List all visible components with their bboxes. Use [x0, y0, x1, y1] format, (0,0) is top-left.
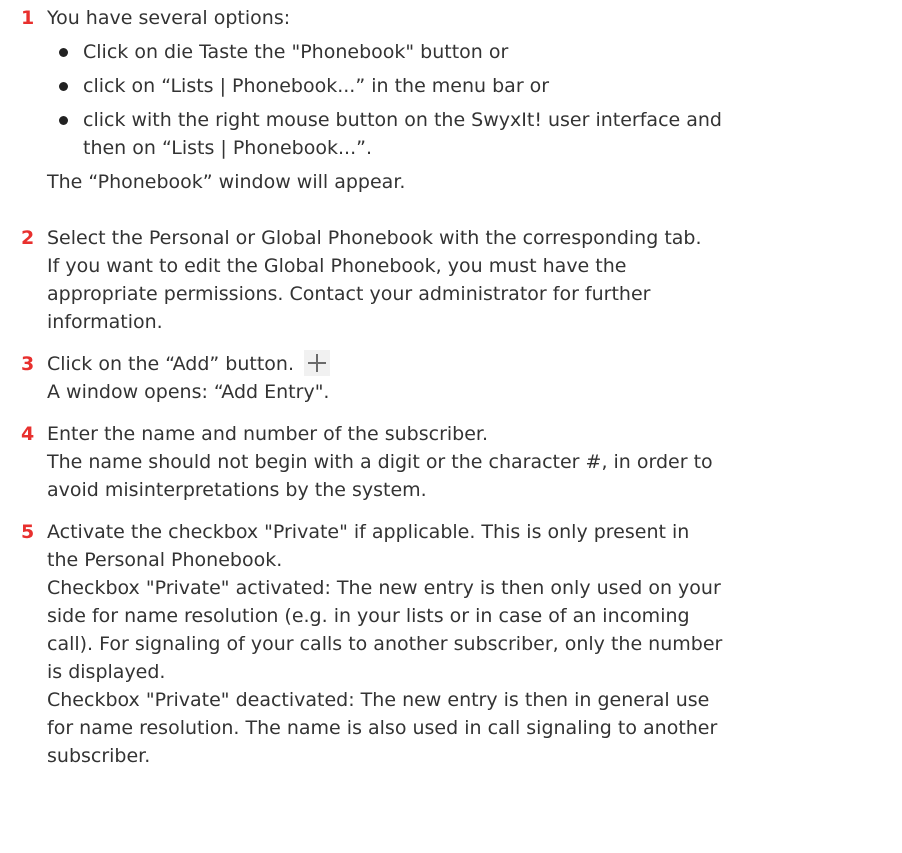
bullet-icon	[59, 48, 68, 57]
step-text: appropriate permissions. Contact your ad…	[47, 283, 651, 305]
step-text: A window opens: “Add Entry".	[47, 381, 330, 403]
step-text: The “Phonebook” window will appear.	[47, 171, 406, 193]
list-item: click with the right mouse button on the…	[47, 106, 902, 162]
list-item: click on “Lists | Phonebook...” in the m…	[47, 72, 902, 100]
step-text: is displayed.	[47, 661, 166, 683]
step-text: avoid misinterpretations by the system.	[47, 479, 427, 501]
step-text: Checkbox "Private" deactivated: The new …	[47, 689, 710, 711]
list-item-text: click on “Lists | Phonebook...” in the m…	[83, 75, 550, 97]
step-number: 2	[21, 227, 35, 249]
step-text: Checkbox "Private" activated: The new en…	[47, 577, 721, 599]
step-text: You have several options:	[47, 7, 291, 29]
list-item-text: Click on die Taste the "Phonebook" butto…	[83, 41, 509, 63]
step-5: 5 Activate the checkbox "Private" if app…	[0, 518, 902, 770]
step-3: 3 Click on the “Add” button. A window op…	[0, 350, 902, 406]
step-text: Select the Personal or Global Phonebook …	[47, 227, 702, 249]
step-text: side for name resolution (e.g. in your l…	[47, 605, 690, 627]
step-text: Enter the name and number of the subscri…	[47, 423, 489, 445]
step-text: Click on the “Add” button.	[47, 353, 295, 375]
step-text: call). For signaling of your calls to an…	[47, 633, 723, 655]
list-item: Click on die Taste the "Phonebook" butto…	[47, 38, 902, 66]
step-text: The name should not begin with a digit o…	[47, 451, 713, 473]
step-text: Activate the checkbox "Private" if appli…	[47, 521, 690, 543]
step-2: 2 Select the Personal or Global Phoneboo…	[0, 224, 902, 336]
step-text: the Personal Phonebook.	[47, 549, 283, 571]
plus-icon	[304, 350, 331, 376]
step-number: 1	[21, 7, 35, 29]
step-1: 1 You have several options: Click on die…	[0, 4, 902, 196]
step-text: If you want to edit the Global Phonebook…	[47, 255, 627, 277]
step-number: 4	[21, 423, 35, 445]
step-text: for name resolution. The name is also us…	[47, 717, 718, 739]
step-4: 4 Enter the name and number of the subsc…	[0, 420, 902, 504]
bullet-icon	[59, 116, 68, 125]
options-list: Click on die Taste the "Phonebook" butto…	[47, 38, 902, 162]
list-item-text: click with the right mouse button on the…	[83, 109, 722, 131]
step-text: information.	[47, 311, 163, 333]
bullet-icon	[59, 82, 68, 91]
step-number: 3	[21, 353, 35, 375]
step-text: subscriber.	[47, 745, 151, 767]
step-number: 5	[21, 521, 35, 543]
list-item-text: then on “Lists | Phonebook...”.	[83, 137, 372, 159]
